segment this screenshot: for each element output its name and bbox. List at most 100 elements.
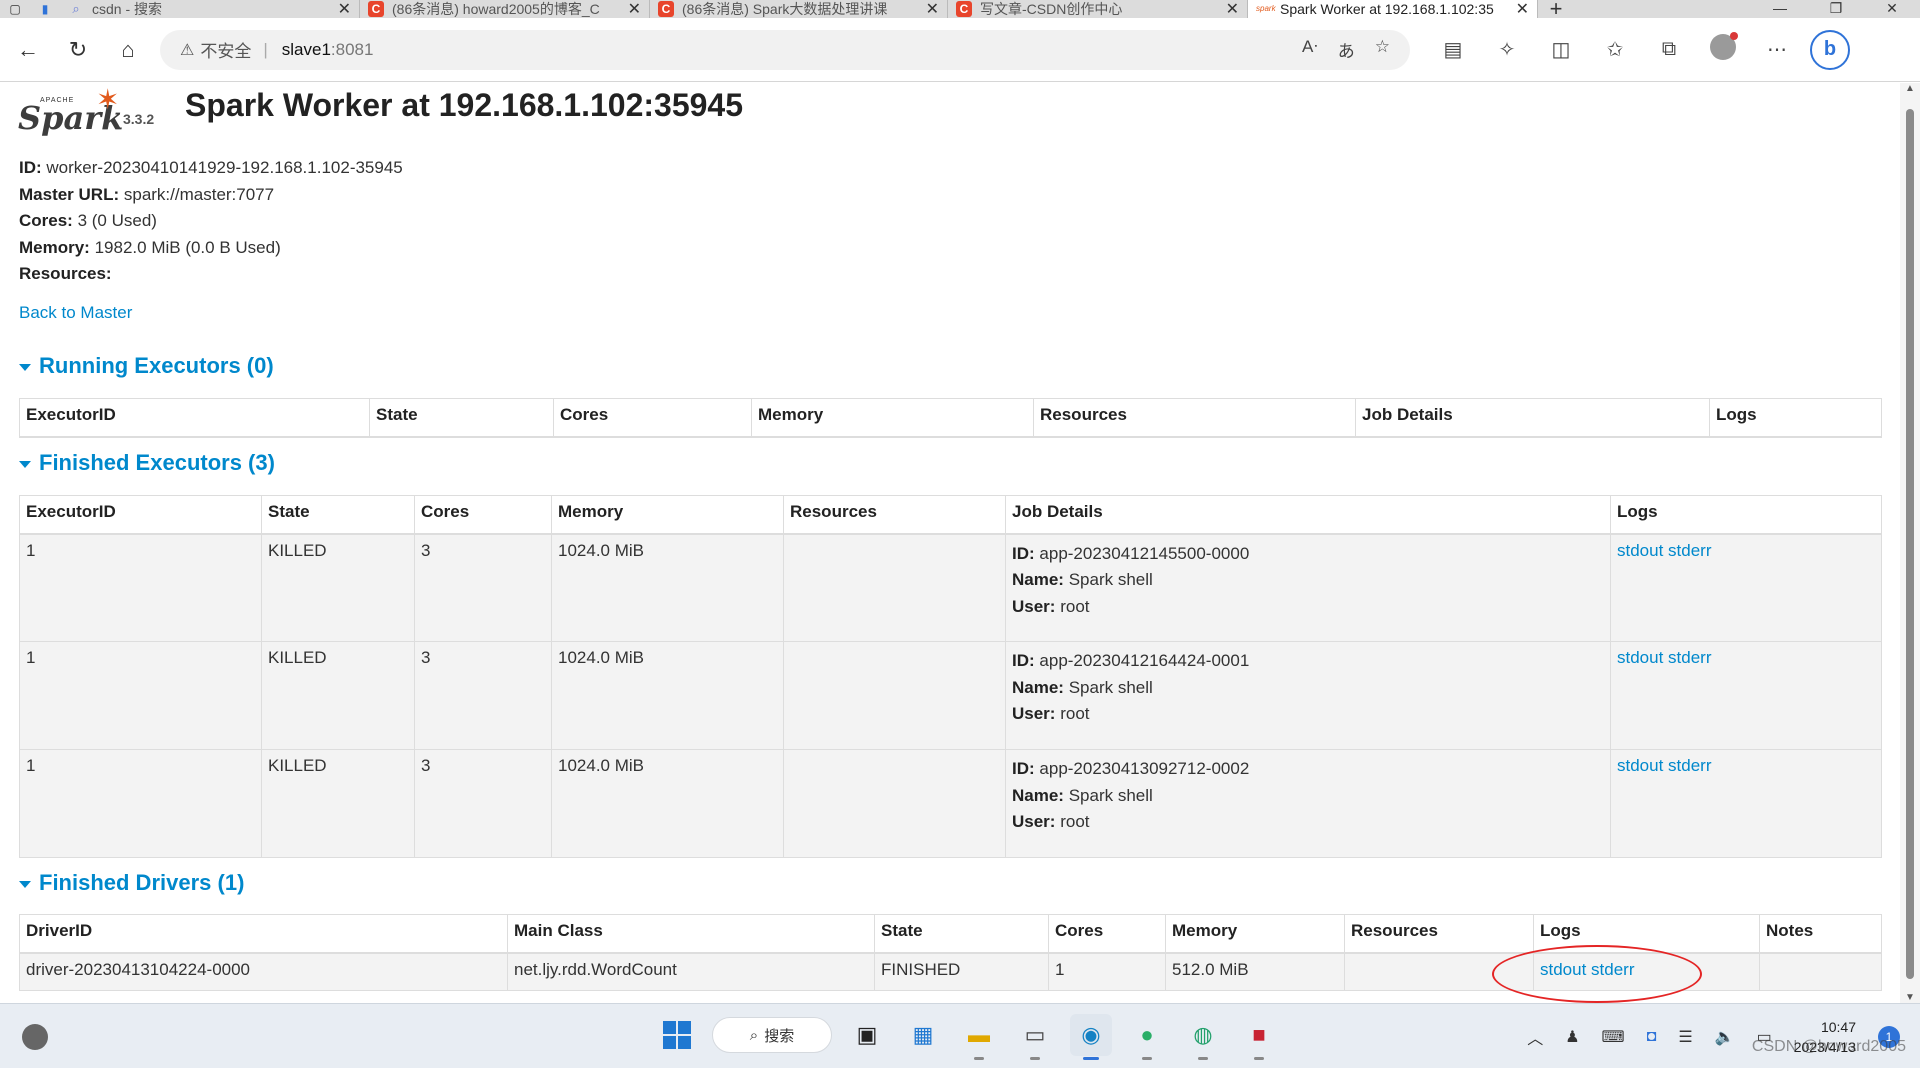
minimize-icon[interactable]: — (1752, 0, 1808, 18)
restore-icon[interactable]: ❐ (1808, 0, 1864, 18)
file-explorer-icon[interactable]: ▬ (958, 1014, 1000, 1060)
chat-app-icon[interactable]: ◍ (1182, 1014, 1224, 1060)
column-header[interactable]: Resources (783, 495, 1006, 535)
wifi-icon[interactable]: ☰ (1678, 1027, 1692, 1047)
tray-app-icon[interactable]: ◘ (1647, 1028, 1657, 1046)
running-executors-toggle[interactable]: Running Executors (0) (19, 353, 274, 379)
column-header[interactable]: Logs (1709, 398, 1882, 438)
tab-csdn-search[interactable]: ⌕ csdn - 搜索 ✕ (60, 0, 360, 18)
column-header[interactable]: Memory (751, 398, 1034, 438)
new-tab-button[interactable]: + (1538, 0, 1574, 20)
column-header[interactable]: Job Details (1355, 398, 1710, 438)
column-header[interactable]: Cores (414, 495, 552, 535)
chevron-up-icon[interactable]: ︿ (1527, 1025, 1543, 1049)
edge-icon[interactable]: ◉ (1070, 1014, 1112, 1060)
column-header[interactable]: ExecutorID (19, 398, 370, 438)
job-label: ID: (1012, 759, 1035, 778)
qq-icon[interactable]: ♟ (1565, 1027, 1579, 1047)
tab-actions-icon[interactable]: ▢ (0, 0, 30, 18)
taskbar-search[interactable]: ⌕ 搜索 (712, 1017, 832, 1053)
column-header[interactable]: Resources (1344, 914, 1534, 954)
tab-spark-lecture[interactable]: (86条消息) Spark大数据处理讲课 ✕ (650, 0, 948, 18)
wechat-icon[interactable]: ● (1126, 1014, 1168, 1060)
job-user-line: User: root (1012, 594, 1604, 621)
column-header[interactable]: Main Class (507, 914, 875, 954)
spark-logo[interactable]: APACHE Spark ✶ (18, 83, 123, 137)
task-view-icon[interactable]: ▣ (846, 1014, 888, 1056)
column-header[interactable]: State (369, 398, 554, 438)
close-icon[interactable]: ✕ (628, 0, 641, 19)
finished-executors-toggle[interactable]: Finished Executors (3) (19, 450, 275, 476)
extensions-icon[interactable]: ✧ (1480, 37, 1534, 62)
read-aloud-icon[interactable]: A͏ᐧ (1302, 37, 1318, 62)
split-screen-icon[interactable]: ◫ (1534, 37, 1588, 62)
tab-spark-worker[interactable]: spark Spark Worker at 192.168.1.102:35 ✕ (1248, 0, 1538, 18)
security-label[interactable]: 不安全 (200, 37, 251, 62)
favorites-icon[interactable]: ✩ (1588, 37, 1642, 62)
csdn-icon (658, 1, 674, 17)
home-icon[interactable]: ⌂ (106, 30, 150, 70)
remote-desktop-icon[interactable]: ▭ (1014, 1014, 1056, 1060)
stdout-link[interactable]: stdout (1617, 648, 1663, 667)
refresh-icon[interactable]: ↻ (56, 30, 100, 70)
executor-state: KILLED (261, 641, 415, 750)
translate-icon[interactable]: あ (1338, 37, 1355, 62)
back-to-master-link[interactable]: Back to Master (19, 303, 132, 323)
column-header[interactable]: Memory (1165, 914, 1345, 954)
column-header[interactable]: Cores (1048, 914, 1166, 954)
workspaces-icon[interactable]: ▮ (30, 0, 60, 18)
scroll-down-icon[interactable]: ▼ (1900, 992, 1920, 1003)
volume-icon[interactable]: 🔈 (1715, 1027, 1735, 1047)
close-icon[interactable]: ✕ (1226, 0, 1239, 19)
column-header[interactable]: Cores (553, 398, 752, 438)
column-header[interactable]: DriverID (19, 914, 508, 954)
stderr-link[interactable]: stderr (1668, 756, 1711, 775)
stderr-link[interactable]: stderr (1668, 541, 1711, 560)
window-close-icon[interactable]: ✕ (1864, 0, 1920, 18)
finished-executors-table: ExecutorID State Cores Memory Resources … (19, 495, 1882, 858)
column-header[interactable]: Notes (1759, 914, 1882, 954)
stdout-link[interactable]: stdout (1617, 756, 1663, 775)
avatar[interactable] (1710, 31, 1738, 60)
finished-drivers-toggle[interactable]: Finished Drivers (1) (19, 870, 244, 896)
collections-icon[interactable]: ⧉ (1642, 38, 1696, 61)
job-label: Name: (1012, 570, 1064, 589)
start-button[interactable] (656, 1014, 698, 1056)
close-icon[interactable]: ✕ (1516, 0, 1529, 19)
stdout-link[interactable]: stdout (1617, 541, 1663, 560)
tab-howard-blog[interactable]: (86条消息) howard2005的博客_C ✕ (360, 0, 650, 18)
column-header[interactable]: State (874, 914, 1049, 954)
executor-id: 1 (19, 641, 262, 750)
url-field[interactable]: ⚠ 不安全 | slave1:8081 A͏ᐧ あ ☆ (160, 29, 1410, 70)
executor-state: KILLED (261, 533, 415, 642)
scroll-up-icon[interactable]: ▲ (1900, 83, 1920, 94)
table-header-row: ExecutorID State Cores Memory Resources … (19, 398, 1882, 438)
executor-memory: 1024.0 MiB (551, 533, 784, 642)
back-icon[interactable]: ← (6, 30, 50, 70)
close-icon[interactable]: ✕ (926, 0, 939, 19)
profile-icon[interactable] (1696, 31, 1750, 66)
page-scrollbar[interactable]: ▲ ▼ (1900, 83, 1920, 1003)
stderr-link[interactable]: stderr (1668, 648, 1711, 667)
column-header[interactable]: Logs (1610, 495, 1882, 535)
tab-csdn-write[interactable]: 写文章-CSDN创作中心 ✕ (948, 0, 1248, 18)
bing-chat-icon[interactable]: b (1810, 29, 1850, 70)
column-header[interactable]: ExecutorID (19, 495, 262, 535)
intellij-icon[interactable]: ■ (1238, 1014, 1280, 1060)
ime-icon[interactable]: ⌨ (1602, 1027, 1625, 1047)
scrollbar-thumb[interactable] (1906, 109, 1914, 979)
column-header[interactable]: Memory (551, 495, 784, 535)
executor-cores: 3 (414, 533, 552, 642)
job-id: app-20230413092712-0002 (1039, 759, 1250, 778)
column-header[interactable]: State (261, 495, 415, 535)
weather-icon[interactable] (22, 1024, 48, 1050)
warning-icon[interactable]: ⚠ (180, 40, 194, 60)
close-icon[interactable]: ✕ (338, 0, 351, 19)
favorite-add-icon[interactable]: ☆ (1375, 37, 1390, 62)
more-icon[interactable]: ⋯ (1750, 37, 1804, 62)
column-header[interactable]: Job Details (1005, 495, 1611, 535)
column-header[interactable]: Resources (1033, 398, 1356, 438)
store-icon[interactable]: ▦ (902, 1014, 944, 1056)
reading-view-icon[interactable]: ▤ (1426, 37, 1480, 62)
executor-memory: 1024.0 MiB (551, 641, 784, 750)
